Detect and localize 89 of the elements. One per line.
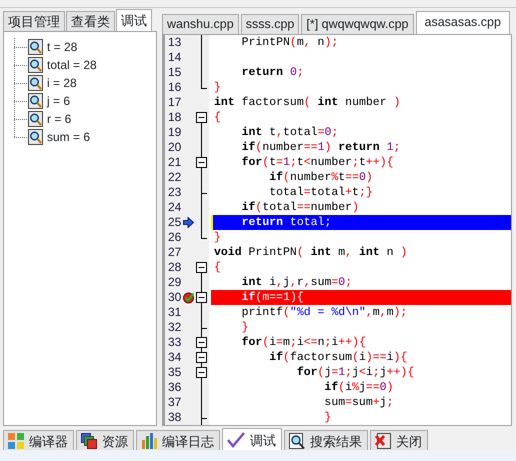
watch-item[interactable]: t = 28 xyxy=(47,39,78,55)
line-number: 23 xyxy=(168,185,182,199)
watch-item[interactable]: total = 28 xyxy=(47,57,97,73)
file-tab[interactable]: ssss.cpp xyxy=(240,14,300,34)
magnifier-icon xyxy=(28,93,43,109)
fold-toggle[interactable] xyxy=(196,157,207,168)
fold-toggle[interactable] xyxy=(196,292,207,303)
bottom-tab[interactable]: 调试 xyxy=(222,428,282,450)
code-line: int t,total=0; xyxy=(240,125,340,140)
code-line: if(factorsum(i)==i){ xyxy=(268,350,408,365)
panel-tab[interactable]: 调试 xyxy=(116,9,152,31)
bottom-tab[interactable]: 编译日志 xyxy=(136,430,220,450)
grid-icon xyxy=(8,433,24,449)
line-number: 19 xyxy=(168,125,182,139)
watch-item[interactable]: j = 6 xyxy=(47,93,70,109)
code-line: return 0; xyxy=(240,65,305,80)
code-line: PrintPN(m, n); xyxy=(240,35,340,50)
magnifier-icon xyxy=(28,111,43,127)
magnifier-icon xyxy=(28,75,43,91)
code-line: } xyxy=(213,230,222,245)
code-line: for(t=1;t<number;t++){ xyxy=(240,155,395,170)
magnifier-icon xyxy=(28,57,43,73)
code-line: total=total+t;} xyxy=(268,185,374,200)
code-line: printf("%d = %d\n",m,m); xyxy=(240,305,408,320)
code-line: if(total==number) xyxy=(240,200,360,215)
line-number: 21 xyxy=(168,155,182,169)
panel-tab[interactable]: 项目管理 xyxy=(3,11,65,31)
line-number: 36 xyxy=(168,380,182,394)
code-line: if(number==1) return 1; xyxy=(240,140,402,155)
line-number: 25 xyxy=(168,215,182,229)
bottom-tab[interactable]: 关闭 xyxy=(370,430,428,450)
line-number: 24 xyxy=(168,200,182,214)
magnifier-icon xyxy=(28,39,43,55)
watch-item[interactable]: sum = 6 xyxy=(47,129,90,145)
code-line: } xyxy=(213,80,222,95)
line-number: 22 xyxy=(168,170,182,184)
line-number: 18 xyxy=(168,110,182,124)
bar-chart-icon xyxy=(141,433,157,449)
watch-item[interactable]: r = 6 xyxy=(47,111,72,127)
line-number: 20 xyxy=(168,140,182,154)
code-line: { xyxy=(213,110,222,125)
fold-toggle[interactable] xyxy=(196,262,207,273)
fold-toggle[interactable] xyxy=(196,337,207,348)
fold-toggle[interactable] xyxy=(196,112,207,123)
close-icon xyxy=(375,433,391,449)
current-line-arrow-icon xyxy=(183,217,194,228)
line-number: 30 xyxy=(168,290,182,304)
line-number: 14 xyxy=(168,50,182,64)
code-line: int i,j,r,sum=0; xyxy=(240,275,354,290)
line-number: 17 xyxy=(168,95,182,109)
line-number: 38 xyxy=(168,410,182,424)
line-number: 27 xyxy=(168,245,182,259)
overlapping-squares-icon xyxy=(81,433,97,449)
code-line: if(i%j==0) xyxy=(323,380,394,395)
fold-toggle[interactable] xyxy=(196,367,207,378)
watch-item[interactable]: i = 28 xyxy=(47,75,77,91)
line-number: 33 xyxy=(168,335,182,349)
file-tab[interactable]: [*] qwqwqwqw.cpp xyxy=(301,14,414,34)
code-line: } xyxy=(323,410,332,425)
breakpoint-icon[interactable] xyxy=(183,292,194,304)
panel-tab[interactable]: 查看类 xyxy=(66,11,115,31)
line-number: 34 xyxy=(168,350,182,364)
code-line: sum=sum+j; xyxy=(323,395,394,410)
code-line: } xyxy=(240,320,250,335)
line-number: 29 xyxy=(168,275,182,289)
magnifier-icon xyxy=(28,129,43,145)
code-line: if(number%t==0) xyxy=(268,170,374,185)
code-line: void PrintPN( int m, int n ) xyxy=(213,245,408,260)
bottom-tab[interactable]: 资源 xyxy=(76,430,134,450)
line-number: 28 xyxy=(168,260,182,274)
line-number: 31 xyxy=(168,305,182,319)
line-number: 16 xyxy=(168,80,182,94)
line-number: 37 xyxy=(168,395,182,409)
magnifier-icon xyxy=(289,433,305,449)
fold-toggle[interactable] xyxy=(196,352,207,363)
line-number: 32 xyxy=(168,320,182,334)
code-line: for(j=1;j<i;j++){ xyxy=(296,365,416,380)
line-number: 26 xyxy=(168,230,182,244)
file-tab[interactable]: wanshu.cpp xyxy=(162,14,239,34)
check-icon xyxy=(227,432,245,448)
code-line: int factorsum( int number ) xyxy=(213,95,402,110)
line-number: 35 xyxy=(168,365,182,379)
file-tab[interactable]: asasasas.cpp xyxy=(416,11,510,34)
code-line: { xyxy=(213,260,222,275)
line-number: 13 xyxy=(168,35,182,49)
bottom-tab[interactable]: 搜索结果 xyxy=(284,430,368,450)
line-number: 15 xyxy=(168,65,182,79)
code-line: for(i=m;i<=n;i++){ xyxy=(240,335,367,350)
bottom-tab[interactable]: 编译器 xyxy=(3,430,74,450)
